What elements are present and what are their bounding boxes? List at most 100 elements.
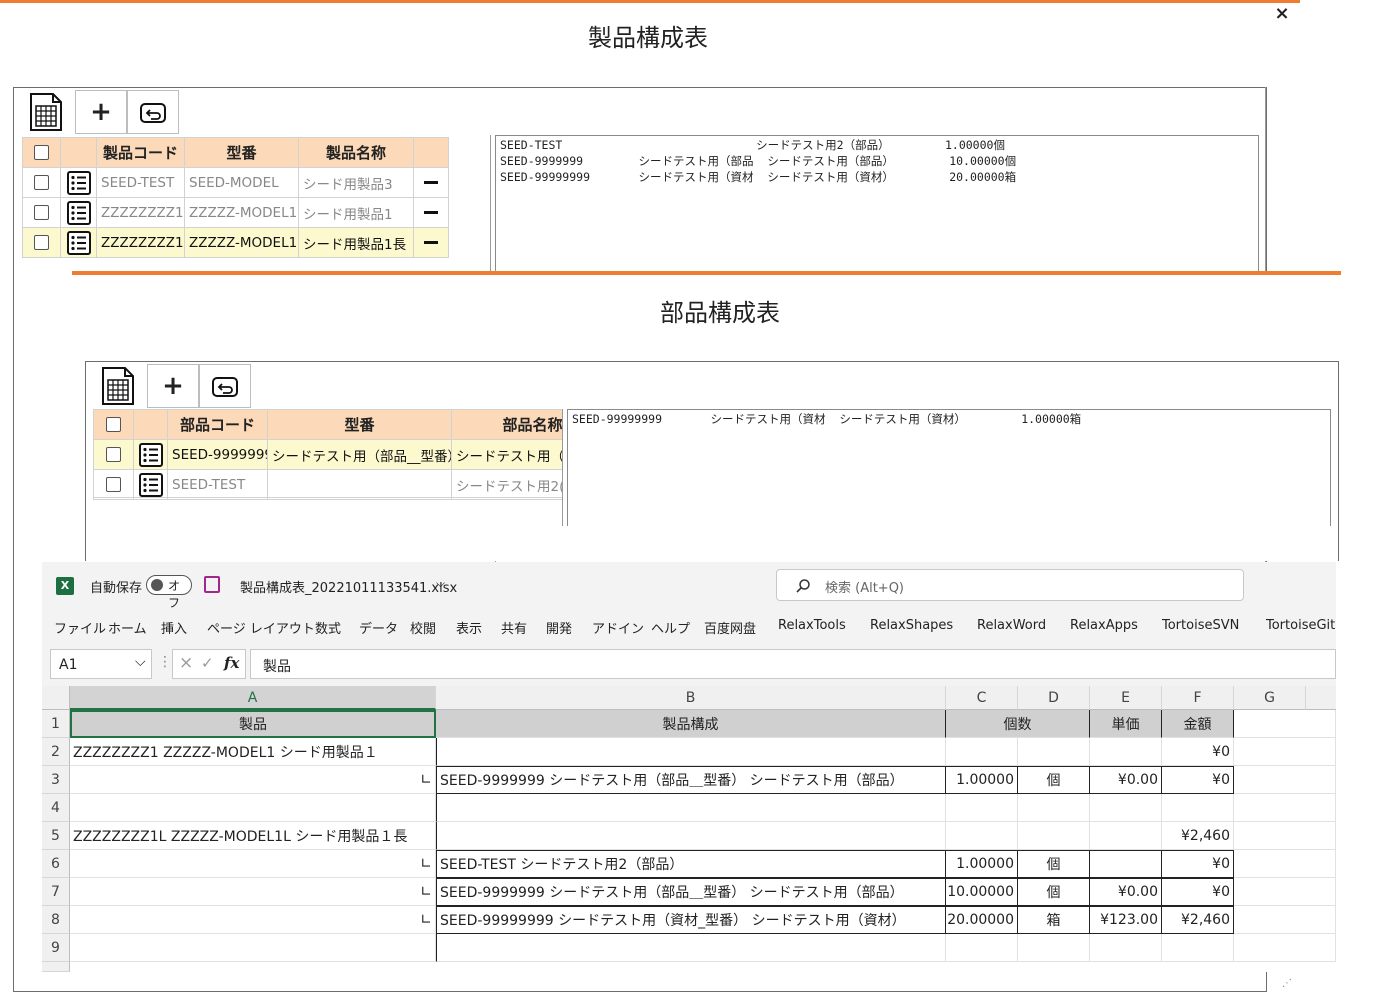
tab-relaxshapes[interactable]: RelaxShapes bbox=[870, 618, 953, 633]
table-row[interactable]: SEED-TEST シードテスト用2(部 bbox=[93, 469, 563, 500]
cell-a3[interactable]: ∟ bbox=[70, 766, 436, 794]
cell-e4[interactable] bbox=[1090, 794, 1162, 822]
cancel-icon[interactable]: × bbox=[179, 653, 193, 673]
cell-a5[interactable]: ZZZZZZZZ1L ZZZZZ-MODEL1L シード用製品１長 bbox=[70, 822, 436, 850]
list-icon[interactable] bbox=[133, 469, 168, 500]
parts-detail-box[interactable]: SEED-99999999 シードテスト用（資材 シードテスト用（資材） 1.0… bbox=[567, 409, 1331, 526]
cell-e8[interactable]: ¥123.00 bbox=[1090, 906, 1162, 934]
tab-share[interactable]: 共有 bbox=[501, 618, 527, 637]
cell-a4[interactable] bbox=[70, 794, 436, 822]
file-name[interactable]: 製品構成表_20221011133541.xlsx bbox=[240, 577, 457, 596]
cell-f4[interactable] bbox=[1162, 794, 1234, 822]
cell-f5[interactable]: ¥2,460 bbox=[1162, 822, 1234, 850]
tab-baidu[interactable]: 百度网盘 bbox=[704, 618, 756, 637]
chevron-down-icon[interactable]: ⌵ bbox=[135, 654, 146, 670]
reload-button[interactable] bbox=[199, 364, 251, 408]
cell-c1[interactable]: 個数 bbox=[946, 710, 1090, 738]
cell-d3[interactable]: 個 bbox=[1018, 766, 1090, 794]
cell-f2[interactable]: ¥0 bbox=[1162, 738, 1234, 766]
cell-e9[interactable] bbox=[1090, 934, 1162, 962]
table-row[interactable]: ZZZZZZZZ1 ZZZZZ-MODEL1 シード用製品1 bbox=[22, 197, 449, 228]
row-header[interactable]: 8 bbox=[42, 906, 70, 934]
formula-input[interactable]: 製品 bbox=[250, 649, 1336, 679]
tab-relaxapps[interactable]: RelaxApps bbox=[1070, 618, 1138, 633]
cell-a9[interactable] bbox=[70, 934, 436, 962]
table-row-selected[interactable]: ZZZZZZZZ1L ZZZZZ-MODEL1L シード用製品1長 bbox=[22, 227, 449, 258]
select-all-checkbox[interactable] bbox=[22, 137, 61, 168]
tab-addins[interactable]: アドイン bbox=[592, 618, 644, 637]
cell-d9[interactable] bbox=[1018, 934, 1090, 962]
col-part-name[interactable]: 部品名称 bbox=[451, 409, 563, 440]
tab-tortoisesvn[interactable]: TortoiseSVN bbox=[1162, 618, 1239, 633]
cell-d5[interactable] bbox=[1018, 822, 1090, 850]
autosave-toggle[interactable]: オフ bbox=[146, 575, 192, 610]
row-header[interactable]: 4 bbox=[42, 794, 70, 822]
col-product-name[interactable]: 製品名称 bbox=[298, 137, 414, 168]
cell-b8[interactable]: SEED-99999999 シードテスト用（資材_型番） シードテスト用（資材） bbox=[436, 906, 946, 934]
chevron-down-icon[interactable]: ⌵ bbox=[436, 576, 445, 591]
remove-row-button[interactable] bbox=[413, 167, 449, 198]
row-header[interactable]: 9 bbox=[42, 934, 70, 962]
col-model[interactable]: 型番 bbox=[267, 409, 452, 440]
cell-c3[interactable]: 1.00000 bbox=[946, 766, 1018, 794]
cell-f8[interactable]: ¥2,460 bbox=[1162, 906, 1234, 934]
remove-row-button[interactable] bbox=[413, 197, 449, 228]
row-header[interactable]: 7 bbox=[42, 878, 70, 906]
list-icon[interactable] bbox=[60, 167, 97, 198]
spreadsheet-export-button[interactable] bbox=[22, 90, 70, 134]
col-header-c[interactable]: C bbox=[946, 686, 1018, 710]
cell-g2[interactable] bbox=[1234, 738, 1336, 766]
row-header[interactable]: 3 bbox=[42, 766, 70, 794]
cell-b3[interactable]: SEED-9999999 シードテスト用（部品＿型番） シードテスト用（部品） bbox=[436, 766, 946, 794]
tab-review[interactable]: 校閲 bbox=[410, 618, 436, 637]
col-header-a[interactable]: A bbox=[70, 686, 436, 710]
tab-relaxtools[interactable]: RelaxTools bbox=[778, 618, 846, 633]
cell-b4[interactable] bbox=[436, 794, 946, 822]
cell-d2[interactable] bbox=[1018, 738, 1090, 766]
cell-b5[interactable] bbox=[436, 822, 946, 850]
cell-g5[interactable] bbox=[1234, 822, 1336, 850]
cell-g3[interactable] bbox=[1234, 766, 1336, 794]
tab-page-layout[interactable]: ページ レイアウト bbox=[207, 618, 315, 637]
select-all-corner[interactable] bbox=[42, 686, 70, 710]
function-icon[interactable]: fx bbox=[224, 654, 239, 672]
col-header-d[interactable]: D bbox=[1018, 686, 1090, 710]
sheet-grid[interactable]: A B C D E F G 1 2 3 4 5 6 7 8 9 製品 製品構成 … bbox=[42, 686, 1336, 972]
tab-view[interactable]: 表示 bbox=[456, 618, 482, 637]
row-checkbox[interactable] bbox=[22, 167, 61, 198]
search-box[interactable]: 検索 (Alt+Q) bbox=[776, 569, 1244, 601]
cell-c6[interactable]: 1.00000 bbox=[946, 850, 1018, 878]
cell-e5[interactable] bbox=[1090, 822, 1162, 850]
cell-g7[interactable] bbox=[1234, 878, 1336, 906]
cell-c2[interactable] bbox=[946, 738, 1018, 766]
list-icon[interactable] bbox=[60, 227, 97, 258]
cell-a8[interactable]: ∟ bbox=[70, 906, 436, 934]
cell-d4[interactable] bbox=[1018, 794, 1090, 822]
cell-a2[interactable]: ZZZZZZZZ1 ZZZZZ-MODEL1 シード用製品１ bbox=[70, 738, 436, 766]
table-row[interactable]: SEED-TEST SEED-MODEL シード用製品3 bbox=[22, 167, 449, 198]
cell-d8[interactable]: 箱 bbox=[1018, 906, 1090, 934]
close-icon[interactable]: × bbox=[1272, 3, 1292, 24]
row-checkbox[interactable] bbox=[22, 197, 61, 228]
cell-g9[interactable] bbox=[1234, 934, 1336, 962]
table-row-selected[interactable]: SEED-9999999 シードテスト用（部品__型番） シードテスト用（部 bbox=[93, 439, 563, 470]
col-header-g[interactable]: G bbox=[1234, 686, 1306, 710]
row-checkbox[interactable] bbox=[22, 227, 61, 258]
col-header-f[interactable]: F bbox=[1162, 686, 1234, 710]
cell-b7[interactable]: SEED-9999999 シードテスト用（部品＿型番） シードテスト用（部品） bbox=[436, 878, 946, 906]
cell-f6[interactable]: ¥0 bbox=[1162, 850, 1234, 878]
product-detail-box[interactable]: SEED-TEST シードテスト用2（部品） 1.00000個 SEED-999… bbox=[495, 135, 1259, 275]
name-box[interactable]: A1 ⌵ bbox=[50, 649, 152, 679]
save-icon[interactable] bbox=[204, 576, 220, 593]
tab-relaxword[interactable]: RelaxWord bbox=[977, 618, 1046, 633]
add-part-button[interactable]: + bbox=[147, 364, 199, 408]
cell-e3[interactable]: ¥0.00 bbox=[1090, 766, 1162, 794]
tab-home[interactable]: ホーム bbox=[108, 618, 147, 637]
tab-insert[interactable]: 挿入 bbox=[161, 618, 187, 637]
row-header[interactable]: 6 bbox=[42, 850, 70, 878]
tab-file[interactable]: ファイル bbox=[54, 618, 106, 637]
more-dots-icon[interactable]: ⋮ bbox=[158, 654, 172, 670]
tab-formulas[interactable]: 数式 bbox=[315, 618, 341, 637]
check-icon[interactable]: ✓ bbox=[201, 654, 214, 672]
tab-tortoisegit[interactable]: TortoiseGit bbox=[1266, 618, 1335, 633]
